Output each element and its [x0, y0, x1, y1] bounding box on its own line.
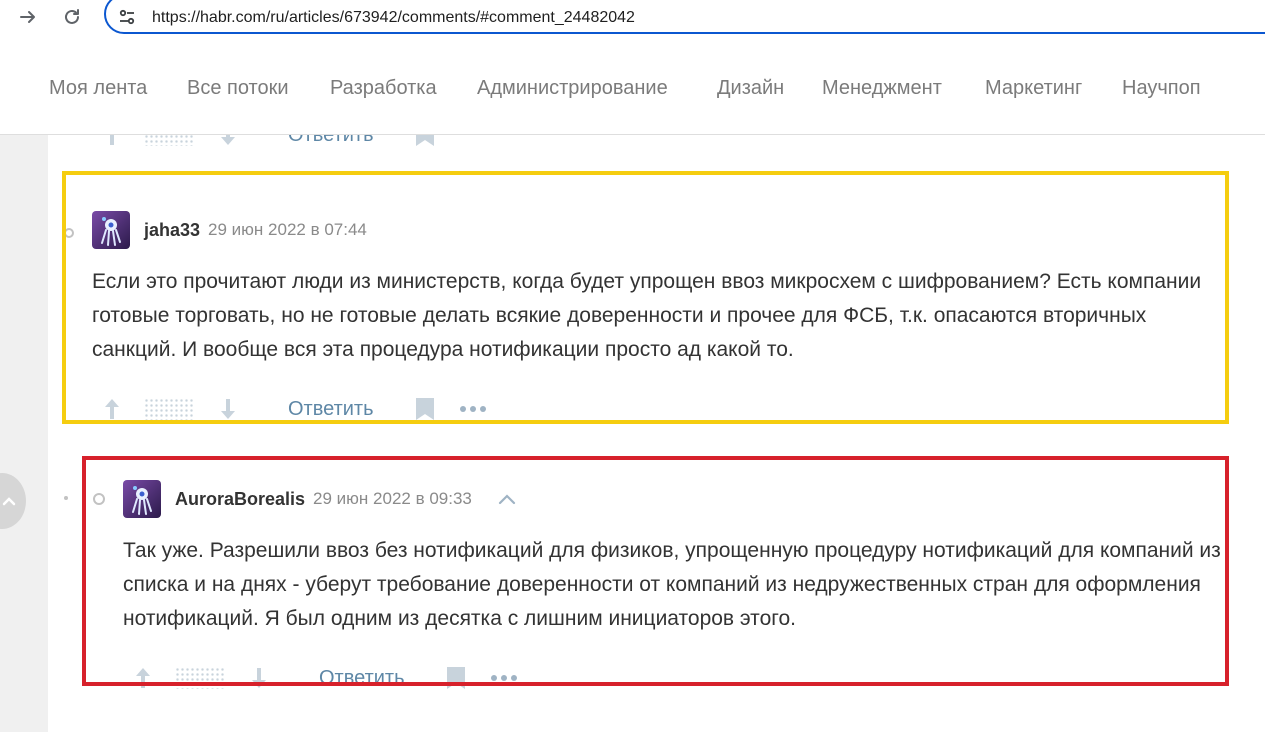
nav-item-my-feed[interactable]: Моя лента: [49, 77, 147, 100]
nav-item-development[interactable]: Разработка: [330, 77, 437, 100]
downvote-icon[interactable]: [216, 135, 240, 147]
nav-item-design[interactable]: Дизайн: [717, 77, 784, 100]
previous-comment-actions-clip: Ответить: [0, 135, 1265, 147]
bookmark-icon[interactable]: [414, 135, 436, 147]
reply-link[interactable]: Ответить: [288, 135, 374, 147]
highlight-box-yellow: [62, 171, 1229, 424]
nav-item-administration[interactable]: Администрирование: [477, 77, 668, 100]
nav-item-popsci[interactable]: Научпоп: [1122, 77, 1201, 100]
nav-item-management[interactable]: Менеджмент: [822, 77, 942, 100]
thread-dot-small: [64, 496, 68, 500]
url-text[interactable]: https://habr.com/ru/articles/673942/comm…: [152, 9, 635, 27]
nav-item-marketing[interactable]: Маркетинг: [985, 77, 1082, 100]
site-settings-icon[interactable]: [118, 8, 136, 31]
address-bar[interactable]: https://habr.com/ru/articles/673942/comm…: [104, 0, 1265, 34]
previous-comment-actions: Ответить: [100, 135, 436, 147]
upvote-icon[interactable]: [100, 135, 124, 147]
browser-toolbar: https://habr.com/ru/articles/673942/comm…: [0, 0, 1265, 46]
left-gutter: [0, 135, 48, 732]
habr-nav-bar: Моя лента Все потоки Разработка Админист…: [0, 46, 1265, 135]
chevron-up-icon: [2, 497, 16, 506]
forward-icon[interactable]: [14, 4, 42, 30]
highlight-box-red: [82, 456, 1229, 686]
nav-item-all-streams[interactable]: Все потоки: [187, 77, 289, 100]
score-placeholder: [144, 135, 194, 146]
reload-icon[interactable]: [58, 4, 86, 30]
